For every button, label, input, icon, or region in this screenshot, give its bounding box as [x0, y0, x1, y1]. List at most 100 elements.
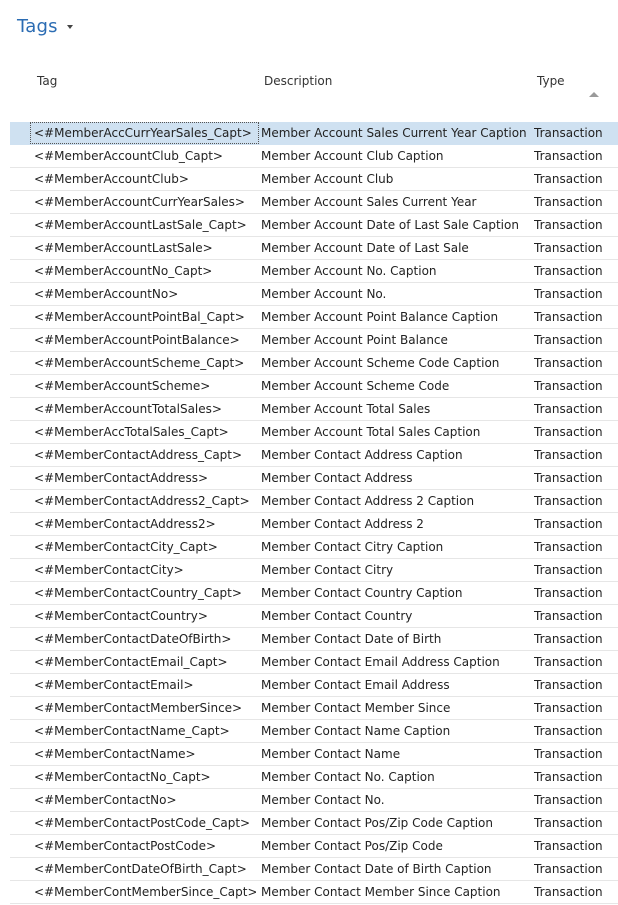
type-cell[interactable]: Transaction: [534, 858, 618, 880]
description-cell[interactable]: Member Contact Address 2: [261, 513, 529, 535]
description-cell[interactable]: Member Account Date of Last Sale: [261, 237, 529, 259]
tag-cell[interactable]: <#MemberContactNo_Capt>: [34, 766, 256, 788]
table-row[interactable]: <#MemberAccCurrYearSales_Capt> Member Acc…: [10, 122, 618, 145]
type-cell[interactable]: Transaction: [534, 651, 618, 673]
table-row[interactable]: <#MemberAccountPointBal_Capt> Member Acco…: [10, 306, 618, 329]
tag-cell[interactable]: <#MemberContactCity>: [34, 559, 256, 581]
description-cell[interactable]: Member Contact Country Caption: [261, 582, 529, 604]
type-cell[interactable]: Transaction: [534, 306, 618, 328]
page-title[interactable]: Tags: [17, 16, 58, 37]
type-cell[interactable]: Transaction: [534, 260, 618, 282]
tag-cell[interactable]: <#MemberAccountClub_Capt>: [34, 145, 256, 167]
type-cell[interactable]: Transaction: [534, 789, 618, 811]
description-cell[interactable]: Member Account No. Caption: [261, 260, 529, 282]
table-row[interactable]: <#MemberContactName_Capt> Member Contact …: [10, 720, 618, 743]
table-row[interactable]: <#MemberContactAddress_Capt> Member Conta…: [10, 444, 618, 467]
table-row[interactable]: <#MemberContactAddress2_Capt> Member Cont…: [10, 490, 618, 513]
table-row[interactable]: <#MemberAccountTotalSales> Member Account…: [10, 398, 618, 421]
type-cell[interactable]: Transaction: [534, 283, 618, 305]
description-cell[interactable]: Member Account Point Balance: [261, 329, 529, 351]
description-cell[interactable]: Member Contact Email Address: [261, 674, 529, 696]
tag-cell[interactable]: <#MemberContactCountry>: [34, 605, 256, 627]
table-row[interactable]: <#MemberContMemberSince_Capt> Member Cont…: [10, 881, 618, 904]
tag-cell[interactable]: <#MemberAccountPointBal_Capt>: [34, 306, 256, 328]
table-row[interactable]: <#MemberContactEmail_Capt> Member Contact…: [10, 651, 618, 674]
type-cell[interactable]: Transaction: [534, 605, 618, 627]
tag-cell[interactable]: <#MemberContactAddress_Capt>: [34, 444, 256, 466]
type-cell[interactable]: Transaction: [534, 352, 618, 374]
description-cell[interactable]: Member Account Point Balance Caption: [261, 306, 529, 328]
table-row[interactable]: <#MemberContactCountry_Capt> Member Conta…: [10, 582, 618, 605]
tag-cell[interactable]: <#MemberContactPostCode>: [34, 835, 256, 857]
description-cell[interactable]: Member Account Scheme Code Caption: [261, 352, 529, 374]
tag-cell[interactable]: <#MemberContactEmail>: [34, 674, 256, 696]
description-cell[interactable]: Member Account Total Sales Caption: [261, 421, 529, 443]
description-cell[interactable]: Member Account Date of Last Sale Caption: [261, 214, 529, 236]
tag-cell[interactable]: <#MemberContactEmail_Capt>: [34, 651, 256, 673]
column-header-type[interactable]: Type: [537, 74, 565, 88]
type-cell[interactable]: Transaction: [534, 766, 618, 788]
type-cell[interactable]: Transaction: [534, 536, 618, 558]
tag-cell[interactable]: <#MemberContactMemberSince>: [34, 697, 256, 719]
description-cell[interactable]: Member Contact Address: [261, 467, 529, 489]
column-header-tag[interactable]: Tag: [37, 74, 57, 88]
tag-cell[interactable]: <#MemberContactAddress2_Capt>: [34, 490, 256, 512]
description-cell[interactable]: Member Contact No. Caption: [261, 766, 529, 788]
type-cell[interactable]: Transaction: [534, 559, 618, 581]
type-cell[interactable]: Transaction: [534, 513, 618, 535]
table-row[interactable]: <#MemberAccountScheme> Member Account Sch…: [10, 375, 618, 398]
tag-cell[interactable]: <#MemberAccountLastSale_Capt>: [34, 214, 256, 236]
type-cell[interactable]: Transaction: [534, 237, 618, 259]
table-row[interactable]: <#MemberContactNo> Member Contact No. Tran…: [10, 789, 618, 812]
description-cell[interactable]: Member Contact Member Since: [261, 697, 529, 719]
table-row[interactable]: <#MemberContactEmail> Member Contact Emai…: [10, 674, 618, 697]
table-row[interactable]: <#MemberContactNo_Capt> Member Contact No…: [10, 766, 618, 789]
tag-cell[interactable]: <#MemberContactCountry_Capt>: [34, 582, 256, 604]
tag-cell[interactable]: <#MemberAccountNo>: [34, 283, 256, 305]
tag-cell[interactable]: <#MemberContactName_Capt>: [34, 720, 256, 742]
type-cell[interactable]: Transaction: [534, 329, 618, 351]
table-row[interactable]: <#MemberContactPostCode_Capt> Member Cont…: [10, 812, 618, 835]
description-cell[interactable]: Member Account Total Sales: [261, 398, 529, 420]
sort-ascending-icon[interactable]: [589, 92, 599, 97]
table-row[interactable]: <#MemberAccountScheme_Capt> Member Accoun…: [10, 352, 618, 375]
description-cell[interactable]: Member Contact Country: [261, 605, 529, 627]
tag-cell[interactable]: <#MemberAccountCurrYearSales>: [34, 191, 256, 213]
tag-cell[interactable]: <#MemberAccountPointBalance>: [34, 329, 256, 351]
description-cell[interactable]: Member Contact Address 2 Caption: [261, 490, 529, 512]
table-row[interactable]: <#MemberAccTotalSales_Capt> Member Accoun…: [10, 421, 618, 444]
table-row[interactable]: <#MemberContactDateOfBirth> Member Contac…: [10, 628, 618, 651]
tag-cell[interactable]: <#MemberAccountTotalSales>: [34, 398, 256, 420]
type-cell[interactable]: Transaction: [534, 674, 618, 696]
tag-cell[interactable]: <#MemberContactName>: [34, 743, 256, 765]
type-cell[interactable]: Transaction: [534, 812, 618, 834]
table-row[interactable]: <#MemberContactAddress> Member Contact Ad…: [10, 467, 618, 490]
description-cell[interactable]: Member Contact Citry: [261, 559, 529, 581]
tag-cell[interactable]: <#MemberContactNo>: [34, 789, 256, 811]
description-cell[interactable]: Member Account Sales Current Year: [261, 191, 529, 213]
tag-cell[interactable]: <#MemberAccountScheme>: [34, 375, 256, 397]
description-cell[interactable]: Member Account Sales Current Year Captio…: [261, 122, 529, 144]
type-cell[interactable]: Transaction: [534, 490, 618, 512]
description-cell[interactable]: Member Contact No.: [261, 789, 529, 811]
type-cell[interactable]: Transaction: [534, 122, 618, 144]
tag-cell[interactable]: <#MemberContMemberSince_Capt>: [34, 881, 256, 903]
tag-cell[interactable]: <#MemberContactPostCode_Capt>: [34, 812, 256, 834]
table-row[interactable]: <#MemberAccountNo> Member Account No. Tran…: [10, 283, 618, 306]
tag-cell[interactable]: <#MemberAccTotalSales_Capt>: [34, 421, 256, 443]
table-row[interactable]: <#MemberContactCountry> Member Contact Co…: [10, 605, 618, 628]
chevron-down-icon[interactable]: [66, 25, 73, 29]
tag-cell[interactable]: <#MemberContDateOfBirth_Capt>: [34, 858, 256, 880]
table-row[interactable]: <#MemberContactPostCode> Member Contact P…: [10, 835, 618, 858]
type-cell[interactable]: Transaction: [534, 375, 618, 397]
description-cell[interactable]: Member Contact Pos/Zip Code: [261, 835, 529, 857]
tag-cell[interactable]: <#MemberAccountScheme_Capt>: [34, 352, 256, 374]
type-cell[interactable]: Transaction: [534, 743, 618, 765]
type-cell[interactable]: Transaction: [534, 582, 618, 604]
table-row[interactable]: <#MemberContactCity_Capt> Member Contact …: [10, 536, 618, 559]
tag-cell[interactable]: <#MemberAccountClub>: [34, 168, 256, 190]
table-row[interactable]: <#MemberAccountCurrYearSales> Member Acco…: [10, 191, 618, 214]
tag-cell[interactable]: <#MemberContactCity_Capt>: [34, 536, 256, 558]
type-cell[interactable]: Transaction: [534, 835, 618, 857]
tag-cell[interactable]: <#MemberContactAddress2>: [34, 513, 256, 535]
